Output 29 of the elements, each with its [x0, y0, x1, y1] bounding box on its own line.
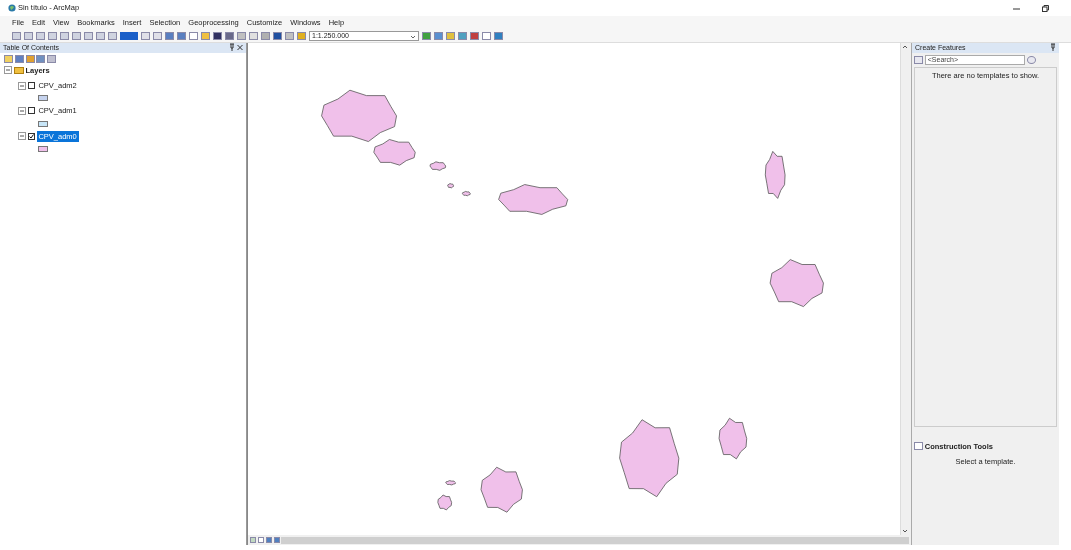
restore-icon[interactable] — [1042, 4, 1049, 12]
island-shape — [462, 191, 471, 197]
layer-checkbox[interactable] — [27, 132, 35, 140]
island-shape — [447, 183, 454, 189]
scroll-up-icon[interactable] — [901, 43, 910, 51]
layers-icon — [13, 66, 24, 75]
vertical-scrollbar[interactable] — [900, 43, 911, 535]
pin-icon[interactable] — [1050, 43, 1056, 51]
layer-checkbox[interactable] — [27, 82, 35, 90]
expand-toggle-icon[interactable] — [17, 132, 26, 141]
island-shape — [498, 184, 569, 215]
island-shape — [429, 161, 447, 171]
island-shape — [445, 480, 456, 486]
close-icon[interactable] — [237, 43, 243, 51]
island-shape — [480, 466, 523, 513]
horizontal-scrollbar[interactable] — [281, 536, 910, 544]
color-swatch-icon[interactable] — [120, 32, 138, 40]
expand-toggle-icon[interactable] — [17, 106, 26, 115]
layer-checkbox[interactable] — [27, 107, 35, 115]
island-shape — [718, 417, 748, 460]
pin-icon[interactable] — [229, 43, 236, 51]
globe-icon — [8, 4, 16, 12]
expand-toggle-icon[interactable] — [17, 81, 26, 90]
island-shape — [769, 259, 824, 307]
expand-toggle-icon[interactable] — [3, 66, 12, 75]
island-shape — [764, 151, 786, 199]
island-shape — [437, 494, 452, 511]
scroll-down-icon[interactable] — [901, 527, 910, 535]
caret-icon[interactable] — [410, 34, 416, 40]
